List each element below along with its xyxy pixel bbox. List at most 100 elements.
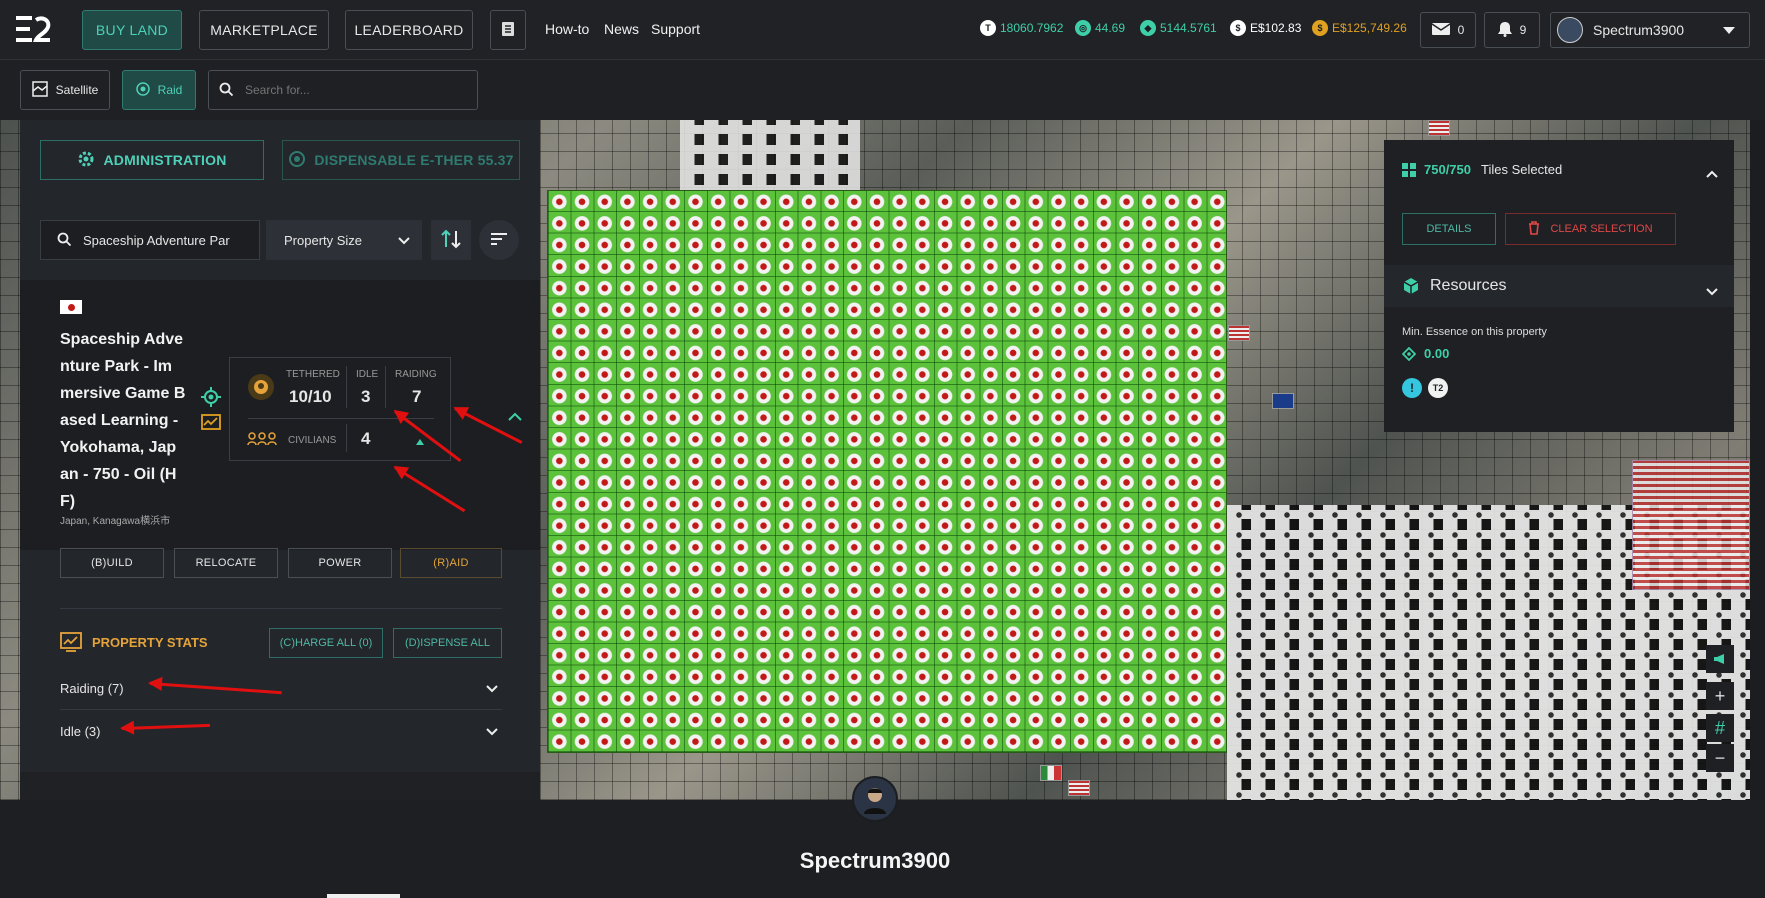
citizen-stats-box: TETHERED 10/10 IDLE 3 RAIDING 7 CIVILIAN… [229, 357, 451, 461]
chevron-up-icon[interactable] [1706, 165, 1718, 181]
mail-icon [1431, 22, 1451, 39]
info-icon[interactable]: ! [1402, 378, 1422, 398]
zoom-out-button[interactable]: − [1706, 744, 1734, 772]
balance-gold[interactable]: $ E$125,749.26 [1312, 20, 1407, 36]
property-panel: ADMINISTRATION DISPENSABLE E-THER 55.37 … [20, 120, 540, 838]
min-essence-label: Min. Essence on this property [1402, 326, 1547, 338]
idle-group-label: Idle (3) [60, 723, 101, 739]
chart-icon[interactable] [201, 414, 221, 435]
idle-value: 3 [361, 387, 371, 406]
chevron-up-icon[interactable] [508, 408, 522, 424]
balance-tile-tokens[interactable]: T 18060.7962 [980, 20, 1063, 36]
details-button[interactable]: DETAILS [1402, 213, 1496, 245]
chevron-down-icon [486, 724, 498, 739]
caret-up-icon [416, 433, 424, 449]
title-line: Spaceship Adve [60, 331, 184, 348]
chevron-down-icon [1723, 22, 1735, 38]
mail-button[interactable]: 0 [1420, 12, 1476, 48]
raid-button[interactable]: (R)AID [400, 548, 502, 578]
dispensable-ether-button[interactable]: DISPENSABLE E-THER 55.37 [282, 140, 520, 180]
sort-arrows-icon [440, 228, 462, 253]
property-size-select[interactable]: Property Size [266, 220, 422, 260]
raiding-group-label: Raiding (7) [60, 681, 124, 696]
flag-marker [1272, 393, 1294, 409]
chevron-down-icon [486, 681, 498, 696]
buy-land-button[interactable]: BUY LAND [82, 10, 182, 50]
tiles-label: Tiles Selected [1481, 162, 1563, 177]
balance-gems[interactable]: ◎ 44.69 [1075, 20, 1125, 36]
title-line: nture Park - Im [60, 358, 173, 375]
clear-selection-button[interactable]: CLEAR SELECTION [1505, 213, 1676, 245]
e2-logo[interactable] [14, 14, 54, 44]
gem-token-icon: ◎ [1075, 20, 1091, 36]
search-icon [219, 82, 234, 99]
dispense-all-button[interactable]: (D)ISPENSE ALL [393, 628, 502, 658]
broadcast-button[interactable] [1706, 645, 1734, 673]
notifications-button[interactable]: 9 [1484, 12, 1540, 48]
search-icon [57, 232, 72, 249]
raid-label: Raid [157, 83, 183, 97]
charge-all-button[interactable]: (C)HARGE ALL (0) [269, 628, 383, 658]
top-navigation: BUY LAND MARKETPLACE LEADERBOARD How-to … [0, 0, 1765, 60]
dollar-icon: $ [1230, 20, 1246, 36]
megaphone-icon [1713, 649, 1727, 670]
flag-marker [1228, 325, 1250, 341]
map-icon [31, 80, 48, 100]
property-search[interactable]: Spaceship Adventure Par [40, 220, 260, 260]
zoom-in-button[interactable]: + [1706, 682, 1734, 710]
news-link[interactable]: News [604, 21, 639, 37]
administration-label: ADMINISTRATION [103, 152, 227, 168]
balance-dollars[interactable]: $ E$102.83 [1230, 20, 1301, 36]
satellite-label: Satellite [55, 83, 99, 97]
title-line: Yokohama, Jap [60, 439, 177, 456]
ether-icon [288, 150, 306, 171]
occupied-tiles-usa [1632, 460, 1750, 590]
build-button[interactable]: (B)UILD [60, 548, 164, 578]
grid-toggle-button[interactable]: # [1706, 714, 1734, 742]
plus-icon: + [1714, 685, 1726, 706]
mail-count: 0 [1457, 23, 1465, 37]
leaderboard-button[interactable]: LEADERBOARD [345, 10, 473, 50]
selected-property-tiles[interactable] [547, 190, 1227, 753]
raiding-group-row[interactable]: Raiding (7) [60, 668, 502, 710]
relocate-button[interactable]: RELOCATE [174, 548, 278, 578]
sort-order-button[interactable] [431, 220, 471, 260]
tile-token-icon: T [980, 20, 996, 36]
japan-flag-icon [60, 300, 82, 314]
balance-value: E$102.83 [1250, 21, 1302, 35]
user-menu[interactable]: Spectrum3900 [1550, 12, 1750, 48]
raid-toggle[interactable]: Raid [122, 70, 196, 110]
title-line: an - 750 - Oil (H [60, 466, 177, 483]
search-input[interactable] [243, 82, 463, 98]
balance-value: E$125,749.26 [1332, 21, 1407, 35]
raiding-value: 7 [412, 387, 422, 406]
document-icon [501, 21, 515, 40]
min-essence-value: 0.00 [1424, 346, 1450, 361]
minus-icon: − [1714, 747, 1726, 768]
howto-link[interactable]: How-to [545, 21, 589, 37]
profile-avatar[interactable] [852, 776, 898, 822]
power-button[interactable]: POWER [288, 548, 392, 578]
marketplace-button[interactable]: MARKETPLACE [199, 10, 329, 50]
chevron-down-icon[interactable] [1706, 283, 1718, 299]
administration-button[interactable]: ADMINISTRATION [40, 140, 264, 180]
sort-filter-button[interactable] [479, 220, 519, 260]
support-link[interactable]: Support [651, 21, 700, 37]
resources-heading[interactable]: Resources [1430, 277, 1506, 295]
trash-icon [1528, 220, 1540, 238]
map-toolbar: Satellite Raid [0, 60, 1765, 120]
tethered-value: 10/10 [289, 387, 332, 406]
tiles-icon [1402, 163, 1416, 180]
satellite-toggle[interactable]: Satellite [20, 70, 110, 110]
notification-count: 9 [1519, 23, 1527, 37]
balance-essence[interactable]: ◆ 5144.5761 [1140, 20, 1217, 36]
raiding-label: RAIDING [395, 369, 437, 380]
document-icon-button[interactable] [490, 10, 526, 50]
map-search[interactable] [208, 70, 478, 110]
username: Spectrum3900 [1593, 22, 1685, 38]
dispensable-label: DISPENSABLE E-THER 55.37 [314, 152, 514, 168]
locate-icon[interactable] [201, 387, 221, 410]
essence-icon: ◆ [1140, 20, 1156, 36]
property-stats-icon [60, 632, 82, 655]
property-search-value[interactable]: Spaceship Adventure Par [83, 233, 230, 248]
